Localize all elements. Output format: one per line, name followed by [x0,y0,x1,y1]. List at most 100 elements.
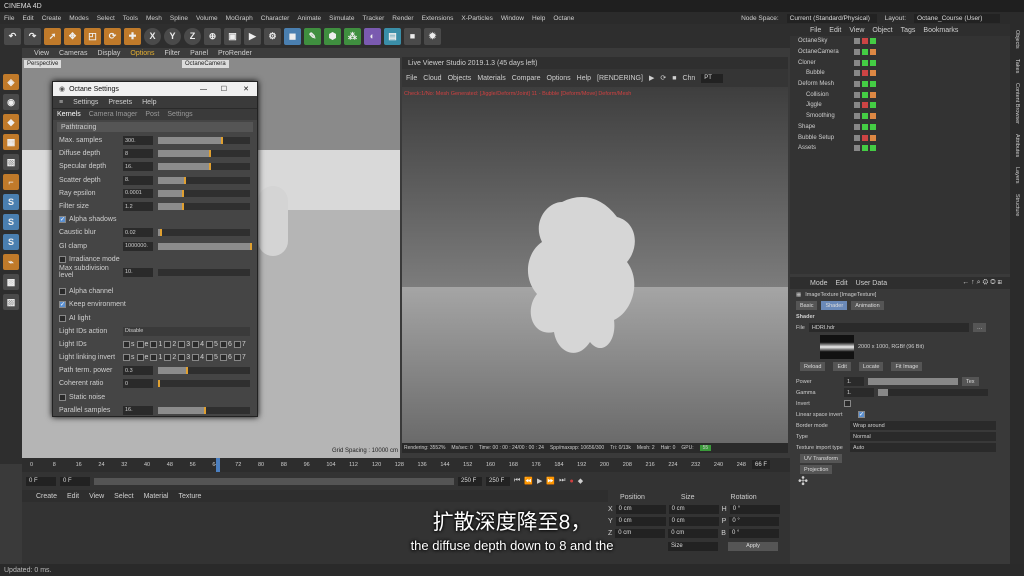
mat-menu-view[interactable]: View [89,493,104,500]
lv-menu-cloud[interactable]: Cloud [423,75,441,82]
static-noise-checkbox[interactable] [59,393,66,401]
axis-x-icon[interactable]: X [144,27,161,45]
max-subdiv-slider[interactable] [158,268,250,276]
alpha-shadows-checkbox[interactable]: ✓ [59,216,66,224]
keep-env-checkbox[interactable]: ✓ [59,301,66,309]
side-tab[interactable]: Takes [1014,59,1020,73]
end-frame-field[interactable]: 250 F [486,476,510,486]
alpha-shadows-row[interactable]: ✓ Alpha shadows [53,213,257,226]
light-id-checkbox[interactable]: 7 [233,354,246,362]
deformer-icon[interactable]: ◐ [364,27,381,45]
dialog-menu-presets[interactable]: Presets [108,99,132,106]
dialog-menu-help[interactable]: Help [142,99,156,106]
om-menu-file[interactable]: File [810,27,821,34]
ai-light-row[interactable]: AI light [53,311,257,324]
object-row[interactable]: Bubble Setup [790,132,1010,143]
light-id-checkbox[interactable]: 6 [219,340,232,348]
attr-menu-edit[interactable]: Edit [836,280,848,287]
menu-create[interactable]: Create [42,15,62,22]
light-id-checkbox[interactable]: 2 [164,354,176,362]
menu-tools[interactable]: Tools [123,15,138,22]
lv-menu-options[interactable]: Options [547,75,571,82]
tex-button[interactable]: Tex [962,377,979,386]
fit-image-button[interactable]: Fit Image [891,362,923,371]
lv-menu-compare[interactable]: Compare [512,75,541,82]
undo-icon[interactable]: ↶ [4,27,21,45]
linear-checkbox[interactable]: ✓ [858,411,865,418]
power-field[interactable]: 1. [844,377,864,386]
grid-icon[interactable]: ▩ [3,274,19,290]
gamma-slider[interactable] [878,389,988,396]
side-tab[interactable]: Content Browser [1014,83,1020,124]
render-picture-viewer-icon[interactable]: ▶ [244,27,261,45]
menu-modes[interactable]: Modes [69,15,89,22]
lv-menu-help[interactable]: Help [577,75,591,82]
light-id-checkbox[interactable]: 3 [178,354,190,362]
mat-menu-material[interactable]: Material [144,493,169,500]
browse-button[interactable]: … [972,323,987,332]
maximize-icon[interactable]: ☐ [221,85,227,93]
light-icon[interactable]: ✹ [424,27,441,45]
play-icon[interactable]: ▶ [537,477,542,485]
tab-post[interactable]: Post [145,111,159,118]
menu-spline[interactable]: Spline [170,15,188,22]
param-value-field[interactable]: 1.2 [123,202,153,212]
light-id-checkbox[interactable]: 2 [164,340,176,348]
move-icon[interactable]: ✥ [64,27,81,45]
reload-button[interactable]: Reload [800,362,826,371]
side-tab[interactable]: Attributes [1014,134,1020,157]
param-slider[interactable] [158,189,250,197]
dialog-menu-settings[interactable]: Settings [73,99,98,106]
irradiance-checkbox[interactable] [59,255,66,263]
light-id-checkbox[interactable]: 7 [233,340,246,348]
menu-xparticles[interactable]: X-Particles [461,15,492,22]
coordinate-system-icon[interactable]: ⊕ [204,27,221,45]
lv-channel-select[interactable]: PT [701,73,724,83]
side-tab[interactable]: Objects [1014,30,1020,49]
scale-icon[interactable]: ◰ [84,27,101,45]
mat-menu-edit[interactable]: Edit [67,493,79,500]
nav-arrows-icon[interactable]: ← ↑ ⌕ ⚙ ◎ ⊞ [962,279,1002,287]
object-row[interactable]: Jiggle [790,100,1010,111]
parallel-samples-field[interactable]: 16. [123,405,153,415]
locate-button[interactable]: Locate [858,362,884,371]
alpha-channel-checkbox[interactable] [59,288,66,296]
gi-clamp-field[interactable]: 1000000. [123,241,153,251]
render-start-icon[interactable]: ▶ [649,74,654,82]
object-row[interactable]: OctaneCamera [790,47,1010,58]
record-icon[interactable]: ● [569,478,573,485]
camera-icon[interactable]: ■ [404,27,421,45]
axis-z-icon[interactable]: Z [184,27,201,45]
menu-mesh[interactable]: Mesh [146,15,162,22]
param-slider[interactable] [158,203,250,211]
menu-file[interactable]: File [4,15,14,22]
menu-render[interactable]: Render [392,15,413,22]
keep-env-row[interactable]: ✓ Keep environment [53,298,257,311]
floor-icon[interactable]: ▤ [384,27,401,45]
side-tab[interactable]: Layers [1014,167,1020,184]
preview-end-field[interactable]: 250 F [458,476,482,486]
light-ids-action-select[interactable]: Disable [123,326,250,336]
tab-settings[interactable]: Settings [167,111,192,118]
section-header[interactable]: Pathtracing [57,122,253,132]
ai-light-checkbox[interactable] [59,314,66,322]
mat-menu-create[interactable]: Create [36,493,57,500]
light-id-checkbox[interactable]: 4 [192,340,204,348]
om-menu-edit[interactable]: Edit [829,27,841,34]
texture-mode-icon[interactable]: ◉ [3,94,19,110]
param-slider[interactable] [158,163,250,171]
attr-tab-animation[interactable]: Animation [851,301,884,310]
render-view-icon[interactable]: ▣ [224,27,241,45]
pen-icon[interactable]: ✎ [304,27,321,45]
axis-y-icon[interactable]: Y [164,27,181,45]
lock-workplane-icon[interactable]: ▨ [3,294,19,310]
render-settings-icon[interactable]: ⚙ [264,27,281,45]
object-row[interactable]: Shape [790,122,1010,133]
menu-octane[interactable]: Octane [553,15,574,22]
edges-mode-icon[interactable]: ▧ [3,154,19,170]
path-term-field[interactable]: 0.3 [123,366,153,376]
type-select[interactable]: Normal [850,432,996,441]
menu-volume[interactable]: Volume [196,15,218,22]
hamburger-icon[interactable]: ≡ [59,99,63,106]
recent-tools-icon[interactable]: ✚ [124,27,141,45]
